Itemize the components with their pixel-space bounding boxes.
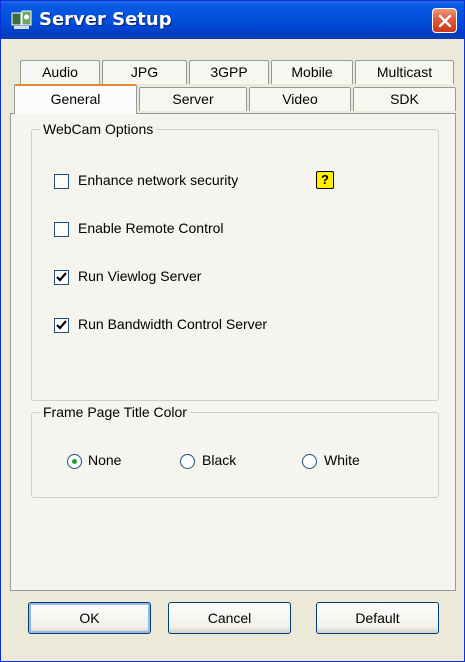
tab-jpg[interactable]: JPG — [102, 60, 187, 84]
radio-black-label: Black — [202, 452, 237, 468]
radio-none[interactable] — [67, 454, 82, 469]
server-setup-window: Server Setup Audio JPG 3GPP Mobile Multi… — [0, 0, 465, 662]
webcam-options-group: WebCam Options Enhance network security … — [31, 121, 439, 401]
webcam-app-icon — [11, 10, 32, 29]
help-icon[interactable]: ? — [316, 171, 334, 189]
default-button[interactable]: Default — [316, 602, 439, 634]
checkmark-icon — [56, 272, 67, 282]
radio-selected-dot — [72, 459, 77, 464]
window-title: Server Setup — [39, 9, 172, 30]
run-bandwidth-control-server-checkbox[interactable] — [54, 318, 69, 333]
checkmark-icon — [56, 320, 67, 330]
enhance-network-security-checkbox[interactable] — [54, 174, 69, 189]
enhance-network-security-label: Enhance network security — [78, 172, 239, 188]
tab-server[interactable]: Server — [139, 87, 247, 111]
radio-white-label: White — [324, 452, 360, 468]
run-viewlog-server-checkbox[interactable] — [54, 270, 69, 285]
close-button[interactable] — [432, 8, 457, 33]
general-tab-panel: WebCam Options Enhance network security … — [10, 113, 456, 591]
run-viewlog-server-label: Run Viewlog Server — [78, 268, 202, 284]
tab-sdk[interactable]: SDK — [353, 87, 456, 111]
frame-page-title-color-title: Frame Page Title Color — [40, 404, 190, 420]
tab-audio[interactable]: Audio — [20, 60, 100, 84]
webcam-options-title: WebCam Options — [40, 121, 157, 137]
run-bandwidth-control-server-label: Run Bandwidth Control Server — [78, 316, 268, 332]
close-icon — [438, 14, 451, 27]
tab-multicast[interactable]: Multicast — [355, 60, 454, 84]
title-bar[interactable]: Server Setup — [1, 1, 464, 39]
tab-general[interactable]: General — [14, 84, 137, 114]
enable-remote-control-label: Enable Remote Control — [78, 220, 224, 236]
radio-white[interactable] — [302, 454, 317, 469]
ok-button[interactable]: OK — [28, 602, 151, 634]
tab-mobile[interactable]: Mobile — [271, 60, 353, 84]
radio-none-label: None — [88, 452, 122, 468]
radio-black[interactable] — [180, 454, 195, 469]
tab-video[interactable]: Video — [249, 87, 351, 111]
frame-page-title-color-group: Frame Page Title Color None Black White — [31, 404, 439, 498]
enable-remote-control-checkbox[interactable] — [54, 222, 69, 237]
tab-3gpp[interactable]: 3GPP — [189, 60, 269, 84]
cancel-button[interactable]: Cancel — [168, 602, 291, 634]
